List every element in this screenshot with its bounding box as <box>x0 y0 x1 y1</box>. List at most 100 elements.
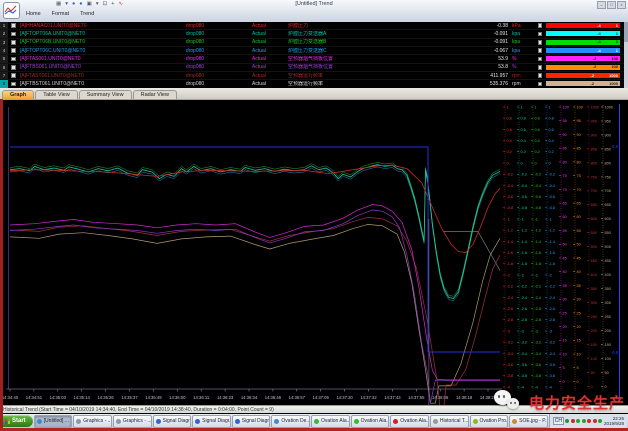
tray-status-icon[interactable] <box>576 419 580 423</box>
scale-checkbox[interactable] <box>534 65 546 70</box>
task-icon <box>195 419 200 424</box>
svg-text:0.6: 0.6 <box>507 128 512 132</box>
table-row[interactable]: 1 [A]HHANAC01.UNIT0@NET0 drop080 Actual … <box>0 22 624 30</box>
scale-checkbox[interactable] <box>534 48 546 53</box>
svg-text:-3: -3 <box>507 329 510 333</box>
scale-checkbox[interactable] <box>534 40 546 45</box>
trend-graph-panel[interactable]: 14:34:4014:34:5114:35:0314:35:1414:35:26… <box>0 100 628 405</box>
checkbox-icon <box>11 57 16 62</box>
tray-status-icon[interactable] <box>565 419 569 423</box>
value-type: Actual <box>230 81 288 87</box>
taskbar-button[interactable]: Graphics - ... <box>73 415 112 428</box>
tab-summary-view[interactable]: Summary View <box>79 90 132 99</box>
taskbar-button[interactable]: Ovation Pro... <box>470 415 509 428</box>
taskbar-button[interactable]: Ovation De... <box>271 415 310 428</box>
taskbar-button[interactable]: Ovation Ala... <box>311 415 350 428</box>
pan-right-icon[interactable]: ● <box>79 1 82 7</box>
table-row[interactable]: 5 [A]FTAS061.UNIT0@NET0 drop080 Actual 空… <box>0 55 624 63</box>
tray-status-icon[interactable] <box>593 419 597 423</box>
y-axis-damper-b-axis: 1009590858075706560555045403530252015105… <box>573 105 583 391</box>
value-type: Actual <box>230 64 288 70</box>
svg-text:1000: 1000 <box>591 105 599 109</box>
window-layout-icon[interactable]: ▣ <box>87 1 92 7</box>
tray-status-icon[interactable] <box>598 419 602 423</box>
row-checkbox[interactable] <box>8 73 19 78</box>
row-checkbox[interactable] <box>8 32 19 37</box>
language-indicator[interactable]: CH <box>553 417 564 425</box>
svg-text:-0.6: -0.6 <box>507 195 514 199</box>
svg-text:25: 25 <box>577 311 581 315</box>
svg-text:-2.4: -2.4 <box>521 296 528 300</box>
scale-checkbox[interactable] <box>534 57 546 62</box>
menu-bar: Home Format Trend <box>26 11 94 17</box>
taskbar-button[interactable]: SOE.jpg - P... <box>509 415 548 428</box>
start-button[interactable]: Start <box>1 415 33 427</box>
table-scrollbar[interactable] <box>624 22 628 88</box>
row-checkbox[interactable] <box>8 48 19 53</box>
menu-home[interactable]: Home <box>26 11 41 17</box>
point-description: 炉膛压力变送器C <box>288 48 468 54</box>
svg-text:0.2: 0.2 <box>535 150 540 154</box>
taskbar-button[interactable]: Signal Diagr... <box>153 415 192 428</box>
row-checkbox[interactable] <box>8 57 19 62</box>
row-checkbox[interactable] <box>8 65 19 70</box>
svg-text:70: 70 <box>577 188 581 192</box>
svg-text:30: 30 <box>563 298 567 302</box>
tray-status-icon[interactable] <box>571 419 575 423</box>
svg-text:-3.6: -3.6 <box>549 363 556 367</box>
table-row[interactable]: 6 [A]FTBS061.UNIT0@NET0 drop080 Actual 空… <box>0 64 624 72</box>
add-point-icon[interactable]: + <box>111 1 114 7</box>
svg-text:350: 350 <box>591 287 597 291</box>
svg-text:-0.2: -0.2 <box>549 173 556 177</box>
chart-tool-icon[interactable]: ▦ <box>56 1 61 7</box>
trend-line-transmitter-b <box>10 162 500 296</box>
svg-text:95: 95 <box>563 119 567 123</box>
scale-checkbox[interactable] <box>534 82 546 87</box>
pan-left-icon[interactable]: ● <box>72 1 75 7</box>
scale-min: -4 <box>597 48 601 54</box>
svg-text:-1.2: -1.2 <box>535 229 542 233</box>
taskbar-button[interactable]: Historical T... <box>430 415 469 428</box>
row-checkbox[interactable] <box>8 82 19 87</box>
menu-format[interactable]: Format <box>52 11 69 17</box>
minimize-button[interactable]: – <box>597 1 606 9</box>
svg-text:-1.2: -1.2 <box>507 229 514 233</box>
trend-plot[interactable]: 14:34:4014:34:5114:35:0314:35:1414:35:26… <box>0 100 628 405</box>
dropdown-arrow-icon[interactable]: ▾ <box>65 1 68 7</box>
tray-status-icon[interactable] <box>582 419 586 423</box>
close-button[interactable]: × <box>617 1 626 9</box>
y-axis-speed-a-axis: 1000950900850800750700650600550500450400… <box>587 105 599 391</box>
scale-max: 100 <box>611 64 618 70</box>
taskbar-button[interactable]: Ovation Ala... <box>390 415 429 428</box>
tab-table-view[interactable]: Table View <box>35 90 78 99</box>
task-icon <box>354 419 359 424</box>
table-row[interactable]: 4 [A]FTOPT06C.UNIT0@NET0 drop080 Actual … <box>0 47 624 55</box>
svg-text:20: 20 <box>577 325 581 329</box>
taskbar-button[interactable]: Ovation Ala... <box>351 415 390 428</box>
maximize-button[interactable]: □ <box>607 1 616 9</box>
svg-text:600: 600 <box>591 217 597 221</box>
table-row[interactable]: 3 [A]FTOPT06B.UNIT0@NET0 drop080 Actual … <box>0 39 624 47</box>
row-checkbox[interactable] <box>8 40 19 45</box>
taskbar-button[interactable]: Signal Diagr... <box>232 415 271 428</box>
scale-checkbox[interactable] <box>534 73 546 78</box>
dropdown-arrow-icon[interactable]: ▾ <box>96 1 99 7</box>
table-row[interactable]: 7 [A]FTAST061.UNIT0@NET0 drop080 Actual … <box>0 72 624 80</box>
tab-radar-view[interactable]: Radar View <box>133 90 177 99</box>
table-row[interactable]: 2 [A]FTOPT06A.UNIT0@NET0 drop080 Actual … <box>0 30 624 38</box>
taskbar-button[interactable]: [Untitled] ... <box>34 415 73 428</box>
tray-status-icon[interactable] <box>587 419 591 423</box>
drop-name: drop080 <box>160 48 230 54</box>
scale-checkbox[interactable] <box>534 32 546 37</box>
scale-max: 1 <box>616 31 618 37</box>
taskbar-button[interactable]: Graphics - ... <box>113 415 152 428</box>
menu-trend[interactable]: Trend <box>80 11 94 17</box>
row-checkbox[interactable] <box>8 23 19 28</box>
tab-graph[interactable]: Graph <box>2 90 34 99</box>
scale-checkbox[interactable] <box>534 23 546 28</box>
zoom-select-icon[interactable]: ⊡ <box>103 1 108 7</box>
taskbar-button[interactable]: Signal Diagr... <box>192 415 231 428</box>
svg-text:850: 850 <box>605 147 611 151</box>
point-description: 空预器运行频率 <box>288 81 468 87</box>
draw-curve-icon[interactable]: ∿ <box>118 1 123 7</box>
